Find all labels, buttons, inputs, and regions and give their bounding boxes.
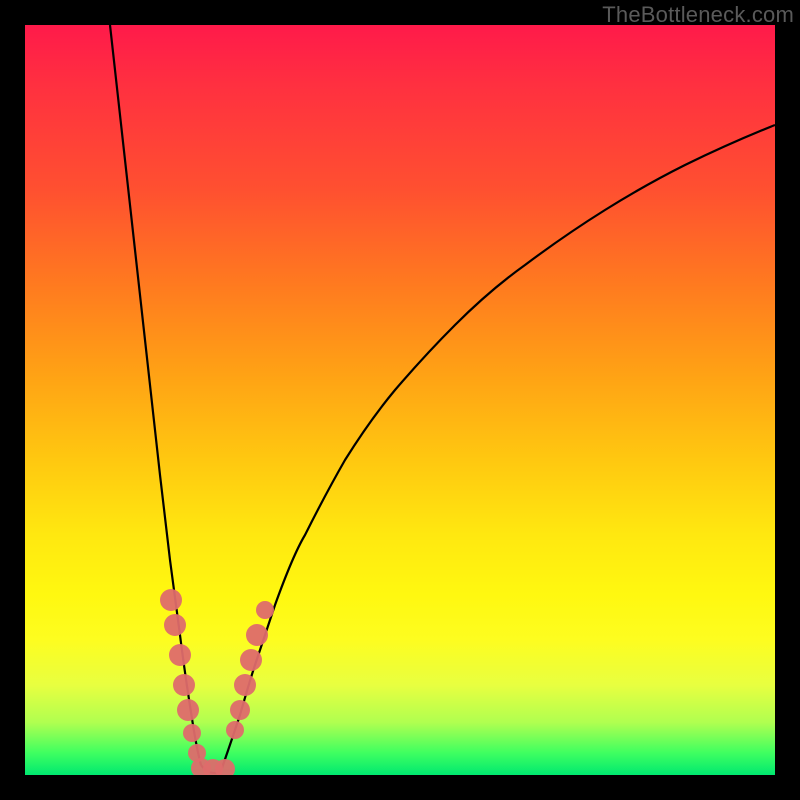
data-marker: [240, 649, 262, 671]
data-marker: [230, 700, 250, 720]
curve-right-branch: [223, 125, 775, 765]
plot-area: [25, 25, 775, 775]
data-marker: [173, 674, 195, 696]
marker-group: [160, 589, 274, 775]
data-marker: [246, 624, 268, 646]
data-marker: [183, 724, 201, 742]
data-marker: [177, 699, 199, 721]
data-marker: [169, 644, 191, 666]
data-marker: [160, 589, 182, 611]
bottleneck-curve: [25, 25, 775, 775]
data-marker: [234, 674, 256, 696]
watermark-text: TheBottleneck.com: [602, 2, 794, 28]
chart-frame: TheBottleneck.com: [0, 0, 800, 800]
data-marker: [256, 601, 274, 619]
data-marker: [226, 721, 244, 739]
data-marker: [164, 614, 186, 636]
